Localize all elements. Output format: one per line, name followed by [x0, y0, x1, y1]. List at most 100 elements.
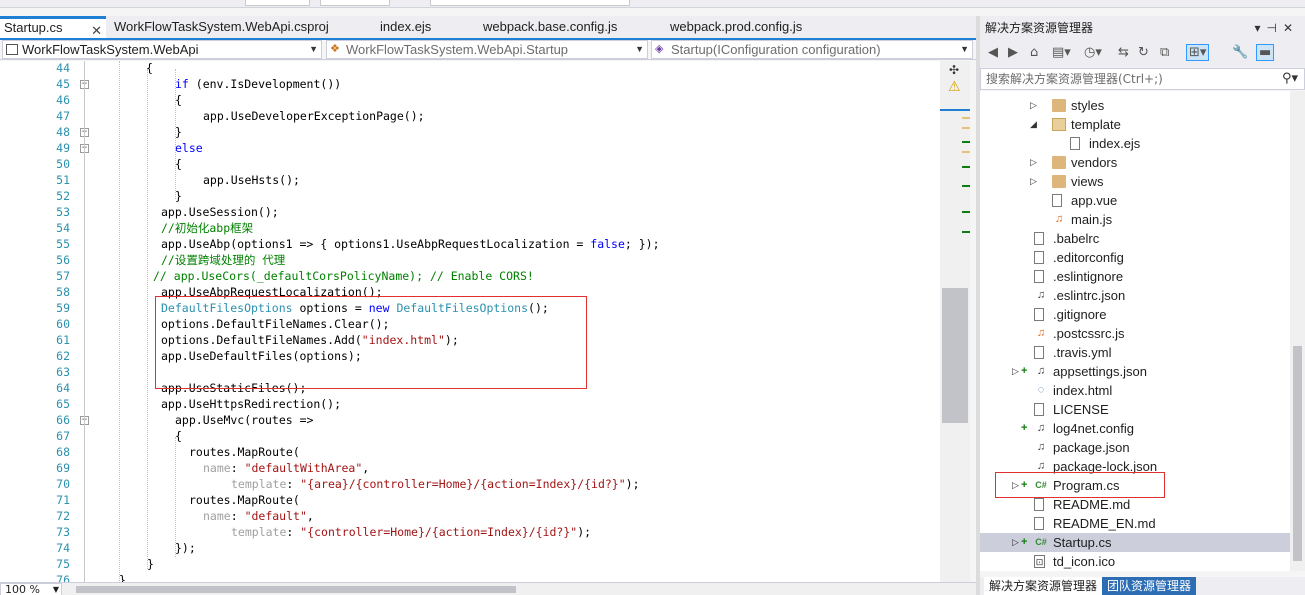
collapsed-arrow-icon[interactable]: ▷ — [1030, 96, 1037, 115]
code-line[interactable]: app.UseHsts(); — [203, 172, 300, 188]
tab-index-ejs[interactable]: index.ejs — [380, 16, 431, 38]
collapse-all-icon[interactable]: ⧉ — [1160, 45, 1169, 60]
code-line[interactable]: }); — [175, 540, 196, 556]
pending-add-icon: + — [1021, 365, 1028, 377]
tree-item[interactable]: ⊡ td_icon.ico — [980, 552, 1290, 571]
line-number: 53 — [56, 205, 70, 219]
toolbar-combo[interactable] — [430, 0, 630, 6]
collapsed-arrow-icon[interactable]: ▷ — [1012, 533, 1019, 552]
member-dropdown-value: Startup(IConfiguration configuration) — [671, 42, 881, 57]
code-line[interactable]: app.UseDeveloperExceptionPage(); — [203, 108, 425, 124]
tree-item[interactable]: ◌ index.html — [980, 381, 1290, 400]
pending-changes-filter-icon[interactable]: ◷▾ — [1084, 45, 1102, 60]
member-dropdown[interactable]: ◈ Startup(IConfiguration configuration) ▼ — [651, 40, 973, 59]
code-line[interactable]: template: "{controller=Home}/{action=Ind… — [231, 524, 591, 540]
tree-item[interactable]: ▷ + ♫ appsettings.json — [980, 362, 1290, 381]
home-icon[interactable]: ⌂ — [1030, 45, 1038, 60]
tree-item[interactable]: README_EN.md — [980, 514, 1290, 533]
code-line[interactable]: } — [119, 572, 126, 582]
tree-item[interactable]: .eslintignore — [980, 267, 1290, 286]
tree-item[interactable]: ♫ main.js — [980, 210, 1290, 229]
refresh-icon[interactable]: ↻ — [1138, 45, 1149, 60]
tree-item[interactable]: ♫ .eslintrc.json — [980, 286, 1290, 305]
split-window-icon[interactable]: ✣ — [949, 63, 959, 77]
zoom-dropdown[interactable]: 100 % ▼ — [0, 583, 62, 595]
change-marker — [962, 141, 970, 143]
tab-csproj[interactable]: WorkFlowTaskSystem.WebApi.csproj — [114, 16, 329, 38]
code-line[interactable]: //设置跨域处理的 代理 — [161, 252, 285, 268]
toolbar-combo[interactable] — [320, 0, 390, 6]
tree-item[interactable]: LICENSE — [980, 400, 1290, 419]
tree-item[interactable]: + ♫ log4net.config — [980, 419, 1290, 438]
code-line[interactable]: if (env.IsDevelopment()) — [175, 76, 341, 92]
code-line[interactable]: //初始化abp框架 — [161, 220, 253, 236]
horizontal-scrollbar-thumb[interactable] — [76, 586, 516, 593]
scrollbar-thumb[interactable] — [1293, 346, 1302, 561]
code-line[interactable]: else — [175, 140, 203, 156]
tab-webpack-base[interactable]: webpack.base.config.js — [483, 16, 617, 38]
panel-window-controls[interactable]: ▾⊣✕ — [1254, 16, 1299, 40]
switch-views-icon[interactable]: ▤▾ — [1052, 45, 1071, 60]
tree-item[interactable]: ▷ vendors — [980, 153, 1290, 172]
tree-item[interactable]: .gitignore — [980, 305, 1290, 324]
tree-item-label: .travis.yml — [1053, 345, 1112, 360]
solution-vertical-scrollbar[interactable] — [1290, 91, 1305, 571]
sync-icon[interactable]: ⇆ — [1118, 45, 1129, 60]
line-number: 49 — [56, 141, 70, 155]
back-icon[interactable]: ◀ — [988, 45, 998, 60]
code-line[interactable]: { — [175, 92, 182, 108]
code-line[interactable]: app.UseSession(); — [161, 204, 279, 220]
tab-team-explorer[interactable]: 团队资源管理器 — [1102, 577, 1197, 595]
tab-startup-cs[interactable]: Startup.cs ✕ — [0, 16, 106, 38]
code-line[interactable]: app.UseAbp(options1 => { options1.UseAbp… — [161, 236, 660, 252]
tree-item[interactable]: ◢ template — [980, 115, 1290, 134]
scrollbar-thumb[interactable] — [942, 288, 968, 423]
tree-item[interactable]: .editorconfig — [980, 248, 1290, 267]
solution-search-input[interactable]: 搜索解决方案资源管理器(Ctrl+;) ⚲▾ — [980, 68, 1305, 90]
properties-wrench-icon[interactable]: 🔧 — [1232, 45, 1248, 60]
indent-guide — [175, 437, 176, 557]
forward-icon[interactable]: ▶ — [1008, 45, 1018, 60]
line-number-gutter: 4445−464748−49−5051525354555657585960616… — [0, 61, 95, 582]
editor-vertical-scrollbar[interactable]: ✣ ⚠ — [940, 61, 970, 582]
tree-item[interactable]: ♫ .postcssrc.js — [980, 324, 1290, 343]
line-number: 68 — [56, 445, 70, 459]
code-line[interactable]: name: "defaultWithArea", — [203, 460, 369, 476]
code-line[interactable]: app.UseHttpsRedirection(); — [161, 396, 341, 412]
code-line[interactable]: app.UseMvc(routes => — [175, 412, 313, 428]
solution-tree[interactable]: ▷ styles ◢ template index.ejs ▷ vendors ▷ views a… — [980, 91, 1290, 571]
code-line[interactable]: routes.MapRoute( — [189, 444, 300, 460]
collapsed-arrow-icon[interactable]: ▷ — [1030, 172, 1037, 191]
project-dropdown[interactable]: WorkFlowTaskSystem.WebApi ▼ — [2, 40, 322, 59]
code-line[interactable]: { — [175, 156, 182, 172]
tree-item[interactable]: .travis.yml — [980, 343, 1290, 362]
code-line[interactable]: } — [147, 556, 154, 572]
code-editor[interactable]: 4445−464748−49−5051525354555657585960616… — [0, 61, 940, 582]
document-tab-bar: Startup.cs ✕ WorkFlowTaskSystem.WebApi.c… — [0, 16, 976, 38]
tree-item[interactable]: .babelrc — [980, 229, 1290, 248]
collapsed-arrow-icon[interactable]: ▷ — [1012, 362, 1019, 381]
tree-item[interactable]: index.ejs — [980, 134, 1290, 153]
tree-item[interactable]: ▷ styles — [980, 96, 1290, 115]
class-dropdown[interactable]: ❖ WorkFlowTaskSystem.WebApi.Startup ▼ — [326, 40, 648, 59]
tree-item[interactable]: ♫ package.json — [980, 438, 1290, 457]
code-line[interactable]: // app.UseCors(_defaultCorsPolicyName); … — [153, 268, 534, 284]
tree-item[interactable]: app.vue — [980, 191, 1290, 210]
code-line[interactable]: } — [175, 124, 182, 140]
toolbar-combo[interactable] — [245, 0, 310, 6]
tree-item[interactable]: ▷ views — [980, 172, 1290, 191]
code-line[interactable]: name: "default", — [203, 508, 314, 524]
tab-webpack-prod[interactable]: webpack.prod.config.js — [670, 16, 802, 38]
tree-item[interactable]: ▷ + C# Startup.cs — [980, 533, 1290, 552]
code-line[interactable]: } — [175, 188, 182, 204]
code-line[interactable]: { — [175, 428, 182, 444]
editor-bottom-bar: 100 % ▼ — [0, 582, 976, 595]
collapsed-arrow-icon[interactable]: ▷ — [1030, 153, 1037, 172]
search-icon[interactable]: ⚲▾ — [1282, 69, 1298, 89]
code-line[interactable]: template: "{area}/{controller=Home}/{act… — [231, 476, 640, 492]
tab-solution-explorer[interactable]: 解决方案资源管理器 — [984, 577, 1103, 595]
expanded-arrow-icon[interactable]: ◢ — [1030, 115, 1037, 134]
show-all-files-icon[interactable]: ⊞▾ — [1186, 44, 1210, 61]
preview-icon[interactable]: ▬ — [1256, 44, 1275, 61]
code-line[interactable]: routes.MapRoute( — [189, 492, 300, 508]
